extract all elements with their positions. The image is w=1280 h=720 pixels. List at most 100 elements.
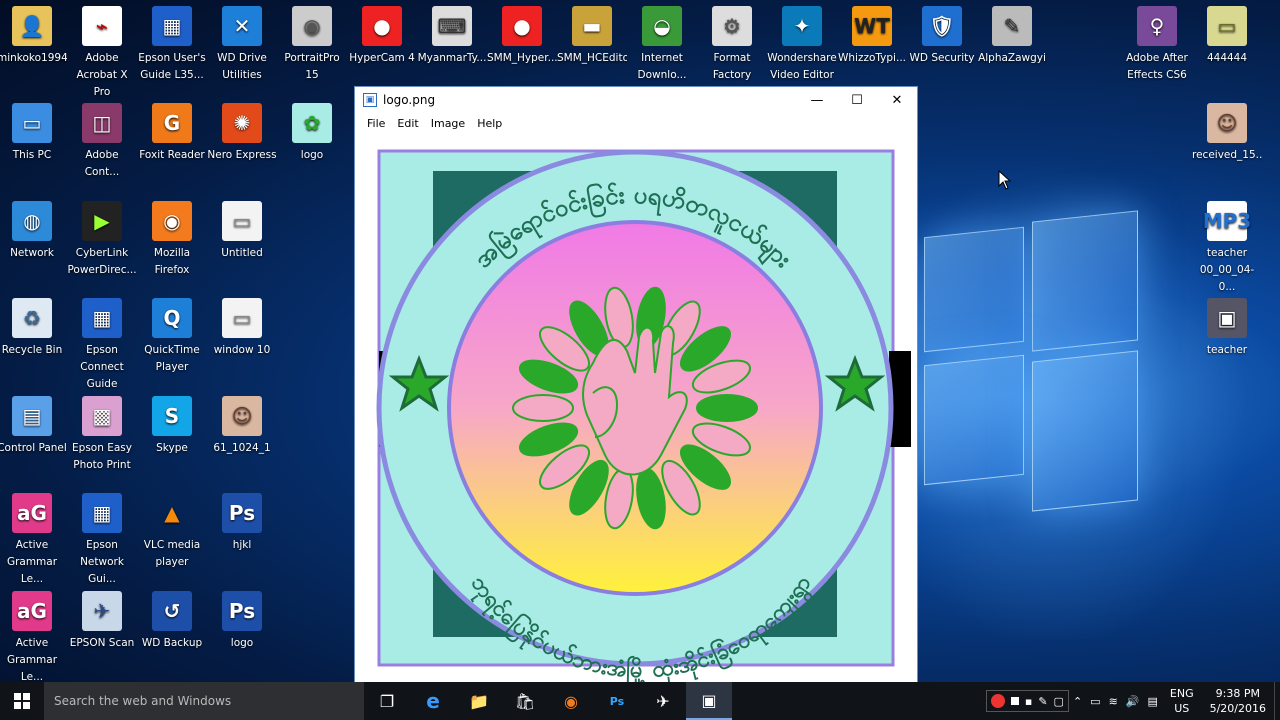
desktop-icon-label: teacher (1206, 344, 1248, 356)
desktop-icon[interactable]: aG Active Grammar Le... (0, 493, 67, 588)
desktop-icon[interactable]: ◒ Internet Downlo... (627, 6, 697, 84)
stop-record-icon[interactable] (1010, 697, 1019, 705)
desktop-icon[interactable]: ◉ Mozilla Firefox (137, 201, 207, 279)
desktop-icon[interactable]: ▦ Epson User's Guide L35... (137, 6, 207, 84)
menu-help[interactable]: Help (471, 117, 508, 130)
show-desktop-button[interactable] (1274, 682, 1280, 720)
hypercam-icon: ● (362, 6, 402, 46)
desktop-icon[interactable]: ↺ WD Backup (137, 591, 207, 652)
desktop-icon[interactable]: ♻ Recycle Bin (0, 298, 67, 359)
desktop-icon[interactable]: G Foxit Reader (137, 103, 207, 164)
wifi-icon[interactable]: ≋ (1105, 695, 1122, 708)
desktop-icon-label: Untitled (221, 247, 263, 259)
close-button[interactable]: ✕ (877, 87, 917, 113)
minimize-button[interactable]: — (797, 87, 837, 113)
desktop-icon[interactable]: ▲ VLC media player (137, 493, 207, 571)
desktop-icon[interactable]: ✎ AlphaZawgyi (977, 6, 1047, 67)
desktop-icon[interactable]: ▦ Epson Network Gui... (67, 493, 137, 588)
desktop-icon[interactable]: ⌨ MyanmarTy... (417, 6, 487, 67)
vlc-icon: ▲ (164, 500, 180, 525)
logo-image-icon: ✿ (292, 103, 332, 143)
pen-record-icon[interactable]: ✎ (1038, 695, 1047, 708)
desktop-icon[interactable]: ⌁ Adobe Acrobat X Pro (67, 6, 137, 101)
clock[interactable]: 9:38 PM 5/20/2016 (1202, 686, 1274, 716)
desktop-icon[interactable]: ● HyperCam 4 (347, 6, 417, 67)
desktop-icon-label: Adobe Cont... (84, 149, 120, 178)
desktop-icon[interactable]: ▭ This PC (0, 103, 67, 164)
desktop-icon[interactable]: ◫ Adobe Cont... (67, 103, 137, 181)
desktop-icon[interactable]: ♀ Adobe After Effects CS6 (1122, 6, 1192, 84)
desktop-icon[interactable]: ● SMM_Hyper... (487, 6, 557, 67)
desktop-icon[interactable]: ▭ 444444 (1192, 6, 1262, 67)
menu-file[interactable]: File (361, 117, 391, 130)
desktop-icon[interactable]: 🛡 WD Security (907, 6, 977, 67)
pen-icon: ✎ (992, 6, 1032, 46)
photos-app-icon[interactable]: ▣ (686, 682, 732, 720)
action-center-icon[interactable]: ▤ (1143, 695, 1161, 708)
psd-icon: Ps (222, 493, 262, 533)
window-record-icon[interactable]: ▢ (1054, 695, 1064, 708)
epson-guide-icon: ▦ (82, 298, 122, 338)
desktop-icon-label: Active Grammar Le... (6, 637, 58, 683)
desktop-icon[interactable]: MP3 teacher 00_00_04-0... (1192, 201, 1262, 296)
file-explorer-icon[interactable]: 📁 (456, 682, 502, 720)
desktop-icon[interactable]: ▦ Epson Connect Guide (67, 298, 137, 393)
edge-icon[interactable]: e (410, 682, 456, 720)
desktop-icon[interactable]: ▤ Control Panel (0, 396, 67, 457)
desktop-icon[interactable]: ◍ Network (0, 201, 67, 262)
image-canvas[interactable]: အမြဲရောင်ဝင်းခြင်း ပရဟိတလူငယ်များ ဘုရင့်… (355, 137, 917, 688)
desktop-icon[interactable]: ▩ Epson Easy Photo Print (67, 396, 137, 474)
desktop-icon[interactable]: ✺ Nero Express (207, 103, 277, 164)
search-placeholder: Search the web and Windows (54, 694, 232, 708)
battery-icon[interactable]: ▭ (1086, 695, 1104, 708)
desktop-icon[interactable]: WT WhizzoTypi... (837, 6, 907, 67)
language-indicator[interactable]: ENG US (1162, 686, 1202, 716)
wd-backup-icon: ↺ (152, 591, 192, 631)
desktop-icon[interactable]: Q QuickTime Player (137, 298, 207, 376)
photos-viewer-window[interactable]: ▣ logo.png — ☐ ✕ File Edit Image Help အမ… (354, 86, 918, 688)
desktop-icon[interactable]: aG Active Grammar Le... (0, 591, 67, 686)
desktop-icon[interactable]: ▭ window 10 (207, 298, 277, 359)
chevron-up-icon[interactable]: ⌃ (1069, 695, 1086, 708)
desktop-icon[interactable]: ✦ Wondershare Video Editor (767, 6, 837, 84)
desktop-icon-label: Skype (156, 442, 188, 454)
network-icon: ◍ (12, 201, 52, 241)
desktop-icon[interactable]: Ps hjkl (207, 493, 277, 554)
pause-record-icon[interactable] (990, 694, 1005, 708)
keyboard-icon: ⌨ (432, 6, 472, 46)
desktop-icon[interactable]: S Skype (137, 396, 207, 457)
desktop-icon-label: Wondershare Video Editor (767, 52, 837, 81)
start-button[interactable] (0, 682, 44, 720)
firefox-icon[interactable]: ◉ (548, 682, 594, 720)
desktop-icon[interactable]: ◉ PortraitPro 15 (277, 6, 347, 84)
desktop-icon[interactable]: ✈ EPSON Scan (67, 591, 137, 652)
foxit-icon: G (152, 103, 192, 143)
menu-edit[interactable]: Edit (391, 117, 424, 130)
scanner-icon: ✈ (82, 591, 122, 631)
desktop-icon[interactable]: ⚙ Format Factory (697, 6, 767, 84)
desktop-icon[interactable]: 👤 minkoko1994 (0, 6, 67, 67)
photoshop-icon[interactable]: Ps (594, 682, 640, 720)
window-titlebar[interactable]: ▣ logo.png — ☐ ✕ (355, 87, 917, 113)
desktop-icon[interactable]: ▬ SMM_HCEditor (557, 6, 627, 67)
desktop-icon-label: WhizzoTypi... (838, 52, 906, 64)
taskbar-search-box[interactable]: Search the web and Windows (44, 682, 364, 720)
task-view-icon[interactable]: ❐ (364, 682, 410, 720)
desktop-icon[interactable]: ▣ teacher (1192, 298, 1262, 359)
desktop-icon[interactable]: ☺ received_15... (1192, 103, 1262, 164)
volume-icon[interactable]: 🔊 (1122, 695, 1144, 708)
desktop-icon[interactable]: ▭ Untitled (207, 201, 277, 262)
epson-scan-icon[interactable]: ✈ (640, 682, 686, 720)
desktop-icon[interactable]: ☺ 61_1024_1 (207, 396, 277, 457)
desktop-icon[interactable]: ✕ WD Drive Utilities (207, 6, 277, 84)
desktop-icon[interactable]: ▶ CyberLink PowerDirec... (67, 201, 137, 279)
menu-image[interactable]: Image (425, 117, 471, 130)
store-icon[interactable]: 🛍 (502, 682, 548, 720)
camera-record-icon[interactable]: ▪ (1025, 695, 1032, 708)
desktop-icon[interactable]: ✿ logo (277, 103, 347, 164)
maximize-button[interactable]: ☐ (837, 87, 877, 113)
shield-icon: 🛡 (922, 6, 962, 46)
desktop-icon-label: VLC media player (143, 539, 201, 568)
recording-toolbar[interactable]: ▪ ✎ ▢ (985, 690, 1069, 712)
desktop-icon[interactable]: Ps logo (207, 591, 277, 652)
